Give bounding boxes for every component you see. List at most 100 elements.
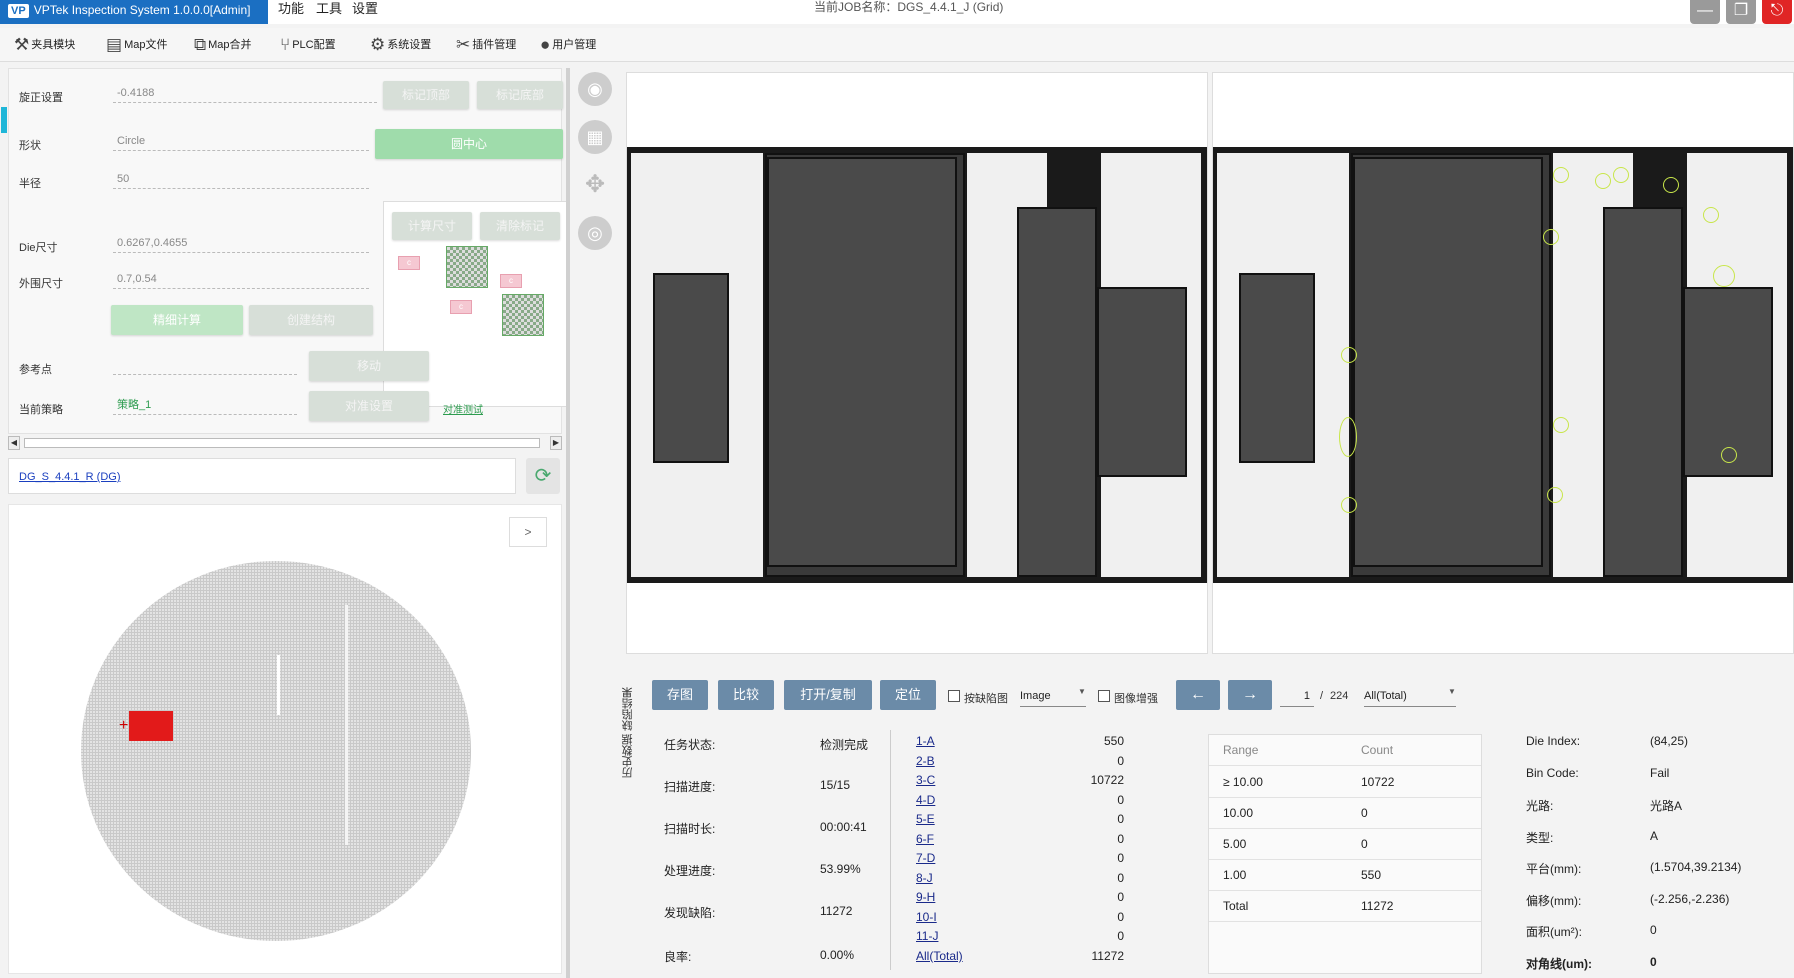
bin-link[interactable]: 4-D: [916, 793, 935, 807]
enhance-checkbox[interactable]: [1098, 690, 1110, 702]
horizontal-scrollbar[interactable]: ◀ ▶: [8, 436, 562, 450]
bin-count: 0: [1117, 871, 1124, 885]
bin-link[interactable]: All(Total): [916, 949, 963, 963]
system-settings-button[interactable]: ⚙ 系统设置: [370, 32, 431, 58]
bin-link[interactable]: 9-H: [916, 890, 935, 904]
merge-icon: ⧉: [194, 35, 207, 55]
mark-bottom-button[interactable]: 标记底部: [477, 81, 563, 109]
reference-image-panel[interactable]: [626, 72, 1208, 654]
refresh-icon[interactable]: ⟳: [526, 458, 560, 494]
table-row[interactable]: 10.00 0: [1209, 798, 1481, 829]
ref-point-select[interactable]: [113, 355, 297, 375]
result-tabs[interactable]: 历史数据 缺陷结果: [620, 668, 640, 778]
menu-tools[interactable]: 工具: [316, 0, 342, 18]
table-row[interactable]: 5.00 0: [1209, 829, 1481, 860]
create-structure-button[interactable]: 创建结构: [249, 305, 373, 335]
calc-size-button[interactable]: 计算尺寸: [392, 212, 472, 240]
count-cell: 0: [1361, 806, 1368, 820]
panel-splitter[interactable]: [566, 68, 570, 978]
expand-button[interactable]: >: [509, 517, 547, 547]
table-row[interactable]: ≥ 10.00 10722: [1209, 767, 1481, 798]
map-merge-button[interactable]: ⧉ Map合并: [194, 32, 252, 58]
minimize-button[interactable]: —: [1690, 0, 1720, 24]
scroll-right-arrow[interactable]: ▶: [550, 436, 562, 450]
scroll-thumb[interactable]: [24, 438, 540, 448]
outer-size-input[interactable]: 0.7,0.54: [113, 269, 369, 289]
recipe-link[interactable]: DG_S_4.4.1_R (DG): [19, 471, 120, 483]
defect-image-checkbox[interactable]: [948, 690, 960, 702]
locate-button[interactable]: 定位: [880, 680, 936, 710]
wafer-map-panel: > +: [8, 504, 562, 974]
compare-button[interactable]: 比较: [718, 680, 774, 710]
mark-top-button[interactable]: 标记顶部: [383, 81, 469, 109]
circle-center-button[interactable]: 圆中心: [375, 129, 563, 159]
save-image-button[interactable]: 存图: [652, 680, 708, 710]
page-input[interactable]: 1: [1280, 685, 1314, 707]
measure-icon[interactable]: ✥: [578, 168, 612, 202]
defect-marker: [1663, 177, 1679, 193]
bin-link[interactable]: 8-J: [916, 871, 933, 885]
rotation-input[interactable]: -0.4188: [113, 83, 377, 103]
bin-link[interactable]: 7-D: [916, 851, 935, 865]
defect-marker: [1553, 417, 1569, 433]
prev-arrow-button[interactable]: ←: [1176, 680, 1220, 710]
bin-link[interactable]: 2-B: [916, 754, 935, 768]
image-side-tools: ◉ ▦ ✥ ◎: [574, 70, 616, 270]
table-row[interactable]: 1.00 550: [1209, 860, 1481, 891]
bin-link[interactable]: 6-F: [916, 832, 934, 846]
bin-link[interactable]: 10-I: [916, 910, 937, 924]
fine-calc-button[interactable]: 精细计算: [111, 305, 243, 335]
open-copy-button[interactable]: 打开/复制: [784, 680, 872, 710]
target-icon[interactable]: ◎: [578, 216, 612, 250]
bin-link[interactable]: 5-E: [916, 812, 935, 826]
move-button[interactable]: 移动: [309, 351, 429, 381]
crosshair-icon: +: [119, 717, 129, 734]
image-select[interactable]: Image: [1020, 685, 1086, 707]
history-tab[interactable]: 历史数据: [622, 734, 634, 778]
task-status-value: 检测完成: [820, 738, 869, 752]
chevron-down-icon: ▼: [1448, 687, 1456, 696]
scan-progress-value: 15/15: [820, 778, 851, 792]
type-label: 类型:: [1526, 831, 1554, 845]
align-test-link[interactable]: 对准测试: [443, 401, 483, 416]
plugin-management-button[interactable]: ✂ 插件管理: [456, 32, 516, 58]
camera-icon[interactable]: ◉: [578, 72, 612, 106]
strategy-select[interactable]: 策略_1: [113, 395, 297, 415]
clear-mark-button[interactable]: 清除标记: [480, 212, 560, 240]
bin-link[interactable]: 1-A: [916, 734, 935, 748]
die-size-input[interactable]: 0.6267,0.4655: [113, 233, 369, 253]
maximize-button[interactable]: ❐: [1726, 0, 1756, 24]
area-label: 面积(um²):: [1526, 925, 1582, 939]
enhance-label: 图像增强: [1114, 693, 1158, 705]
scroll-left-arrow[interactable]: ◀: [8, 436, 20, 450]
proc-progress-label: 处理进度:: [664, 864, 716, 878]
bin-count: 550: [1103, 734, 1124, 748]
defect-result-tab[interactable]: 缺陷结果: [622, 687, 634, 731]
close-button[interactable]: ⎋: [1762, 0, 1792, 24]
defect-marker: [1613, 167, 1629, 183]
bin-link[interactable]: 3-C: [916, 773, 935, 787]
radius-input[interactable]: 50: [113, 169, 369, 189]
next-arrow-button[interactable]: →: [1228, 680, 1272, 710]
fixture-module-button[interactable]: ⚒ 夹具模块: [14, 32, 75, 58]
range-cell: Total: [1223, 899, 1249, 913]
plc-config-button[interactable]: ⑂ PLC配置: [280, 32, 336, 58]
align-settings-button[interactable]: 对准设置: [309, 391, 429, 421]
wafer-map[interactable]: [81, 561, 471, 941]
inspection-image-panel[interactable]: [1212, 72, 1794, 654]
inspection-die-image: [1213, 147, 1793, 583]
map-file-button[interactable]: ▤ Map文件: [106, 32, 167, 58]
filter-select[interactable]: All(Total): [1364, 685, 1456, 707]
menu-settings[interactable]: 设置: [352, 0, 378, 18]
defect-marker: [1721, 447, 1737, 463]
grid-icon[interactable]: ▦: [578, 120, 612, 154]
platform-value: (1.5704,39.2134): [1650, 860, 1742, 874]
bin-count: 0: [1117, 929, 1124, 943]
table-row[interactable]: Total 11272: [1209, 891, 1481, 922]
menu-function[interactable]: 功能: [278, 0, 304, 18]
shape-select[interactable]: Circle: [113, 131, 369, 151]
user-management-button[interactable]: ● 用户管理: [540, 32, 596, 58]
range-table: Range Count ≥ 10.00 10722 10.00 0 5.00 0 1.0…: [1208, 734, 1482, 974]
bin-link[interactable]: 11-J: [916, 929, 938, 943]
count-cell: 0: [1361, 837, 1368, 851]
